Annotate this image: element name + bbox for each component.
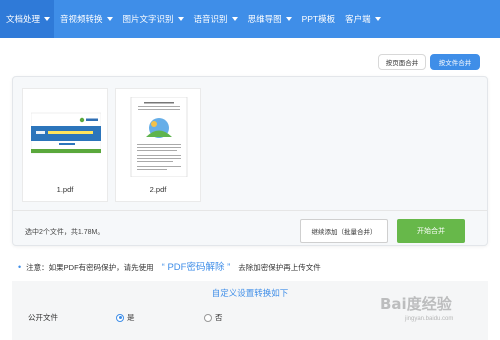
caret-down-icon	[177, 17, 184, 21]
file-panel: 1.pdf 2.pdf 选中2个文件，共1.78M。 继续添加（批量合并） 开始…	[12, 76, 488, 246]
nav-item-label: PPT模板	[301, 14, 336, 24]
pdf-password-remove-link[interactable]: “ PDF密码解除 ”	[162, 259, 231, 273]
caret-down-icon	[374, 17, 381, 21]
radio-label: 否	[215, 313, 223, 322]
document-thumbnail-icon	[130, 97, 188, 177]
file-card[interactable]: 2.pdf	[115, 88, 201, 202]
watermark-url: jingyan.baidu.com	[405, 316, 454, 322]
caret-down-icon	[231, 17, 238, 21]
public-yes-radio[interactable]: 是	[116, 312, 135, 323]
radio-label: 是	[127, 313, 135, 322]
nav-item-label: 语音识别	[193, 14, 228, 24]
radio-checked-icon	[116, 313, 124, 322]
nav-item-ppt[interactable]: PPT模板	[296, 0, 340, 38]
radio-unchecked-icon	[204, 313, 212, 322]
note-prefix: 注意：如果PDF有密码保护，请先使用	[26, 263, 154, 272]
selection-summary: 选中2个文件，共1.78M。	[25, 229, 105, 236]
continue-add-button[interactable]: 继续添加（批量合并）	[300, 219, 388, 243]
caret-down-icon	[106, 17, 113, 21]
nav-item-document[interactable]: 文档处理	[0, 0, 55, 38]
password-note: • 注意：如果PDF有密码保护，请先使用 “ PDF密码解除 ” 去除加密保护再…	[18, 259, 321, 273]
nav-item-speech[interactable]: 语音识别	[188, 0, 242, 38]
caret-down-icon	[285, 17, 292, 21]
nav-item-ocr[interactable]: 图片文字识别	[117, 0, 188, 38]
nav-item-label: 文档处理	[6, 14, 41, 24]
nav-item-audio-video[interactable]: 音视频转换	[54, 0, 117, 38]
divider	[13, 210, 487, 211]
nav-item-label: 音视频转换	[60, 14, 103, 24]
file-name: 2.pdf	[149, 185, 167, 194]
note-suffix: 去除加密保护再上传文件	[238, 263, 321, 272]
bullet-icon: •	[18, 262, 22, 272]
top-nav: 文档处理 音视频转换 图片文字识别 语音识别 思维导图 PPT模板 客户端	[0, 0, 500, 38]
merge-by-page-button[interactable]: 按页面合并	[378, 54, 426, 70]
watermark: Bai度经验	[380, 295, 452, 313]
nav-item-label: 思维导图	[247, 14, 282, 24]
nav-item-client[interactable]: 客户端	[339, 0, 385, 38]
public-no-radio[interactable]: 否	[204, 312, 223, 323]
nav-item-label: 客户端	[345, 14, 371, 24]
start-merge-button[interactable]: 开始合并	[397, 219, 465, 243]
file-card[interactable]: 1.pdf	[22, 88, 108, 202]
nav-item-label: 图片文字识别	[122, 14, 174, 24]
caret-down-icon	[44, 17, 51, 21]
file-name: 1.pdf	[56, 185, 74, 194]
public-file-label: 公开文件	[28, 313, 58, 322]
slide-thumbnail-icon	[31, 97, 101, 177]
nav-item-mindmap[interactable]: 思维导图	[242, 0, 296, 38]
merge-by-file-button[interactable]: 按文件合并	[430, 54, 480, 70]
